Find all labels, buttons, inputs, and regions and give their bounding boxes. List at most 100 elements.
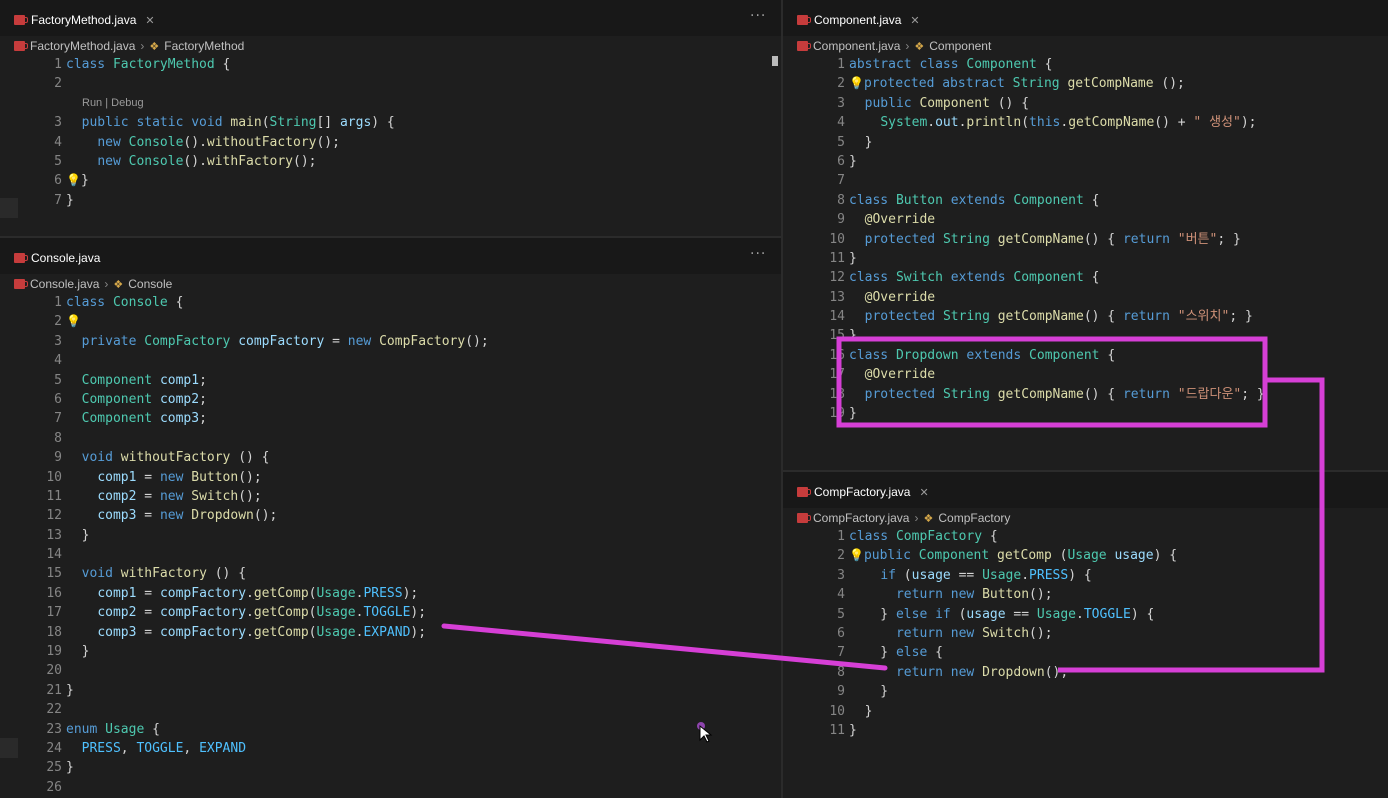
java-file-icon bbox=[14, 253, 28, 263]
java-file-icon bbox=[14, 279, 28, 289]
code-line: 20 bbox=[46, 663, 62, 679]
code-line: 14 bbox=[46, 547, 62, 563]
gutter-highlight bbox=[0, 738, 18, 758]
code-line: 11} bbox=[829, 250, 857, 266]
mouse-cursor-icon bbox=[697, 722, 713, 743]
code-line: 12 comp3 = new Dropdown(); bbox=[46, 508, 278, 524]
code-line: 1 class FactoryMethod { bbox=[54, 57, 231, 72]
tab-label: CompFactory.java bbox=[814, 485, 911, 499]
code-line: 18 comp3 = compFactory.getComp(Usage.EXP… bbox=[46, 624, 427, 640]
code-line: 19} bbox=[829, 406, 857, 422]
java-file-icon bbox=[797, 513, 811, 523]
code-editor[interactable]: 1 abstract class Component { 2 💡protected … bbox=[783, 55, 1388, 423]
tab-factory-method[interactable]: FactoryMethod.java ✕ bbox=[14, 8, 155, 32]
code-line: 3 public Component () { bbox=[837, 95, 1030, 111]
java-file-icon bbox=[797, 41, 811, 51]
breadcrumb-file[interactable]: Console.java bbox=[30, 277, 99, 291]
code-line: 1 class Console { bbox=[54, 295, 184, 310]
tab-comp-factory[interactable]: CompFactory.java ✕ bbox=[797, 480, 929, 504]
lightbulb-icon[interactable]: 💡 bbox=[849, 548, 864, 562]
code-line: 7 Component comp3; bbox=[54, 411, 207, 427]
breadcrumb-symbol[interactable]: FactoryMethod bbox=[164, 39, 244, 53]
code-line: 25} bbox=[46, 760, 74, 776]
breadcrumb-symbol[interactable]: Console bbox=[128, 277, 172, 291]
editor-pane-component: Component.java ✕ Component.java › ❖ Comp… bbox=[783, 0, 1388, 470]
close-icon[interactable]: ✕ bbox=[145, 14, 154, 27]
code-line: 1 abstract class Component { bbox=[837, 57, 1053, 72]
breadcrumb-symbol[interactable]: CompFactory bbox=[938, 511, 1010, 525]
code-line: 5 } bbox=[837, 134, 873, 150]
code-line: 12 class Switch extends Component { bbox=[829, 270, 1100, 286]
java-file-icon bbox=[797, 487, 811, 497]
breadcrumb-file[interactable]: Component.java bbox=[813, 39, 900, 53]
code-line: 15} bbox=[829, 328, 857, 344]
scrollbar-thumb[interactable] bbox=[772, 56, 778, 66]
more-actions-icon[interactable]: ··· bbox=[750, 246, 766, 262]
code-line: 5 new Console().withFactory(); bbox=[54, 153, 317, 169]
code-line: 18 protected String getCompName() { retu… bbox=[829, 386, 1265, 402]
tab-bar: Console.java ··· bbox=[0, 238, 781, 274]
lightbulb-icon[interactable]: 💡 bbox=[66, 314, 81, 328]
code-line: 6} bbox=[837, 153, 857, 169]
code-editor[interactable]: 1 class FactoryMethod { 2 Run | Debug 3 p… bbox=[0, 55, 781, 210]
code-line: 7} bbox=[54, 192, 74, 208]
code-line: 10 protected String getCompName() { retu… bbox=[829, 231, 1241, 247]
breadcrumb: Console.java › ❖ Console bbox=[14, 276, 172, 292]
code-line: 9 } bbox=[837, 684, 889, 700]
code-line: 13 } bbox=[46, 527, 90, 543]
code-line: 2 💡 bbox=[54, 314, 81, 330]
code-line: 6 return new Switch(); bbox=[837, 625, 1053, 641]
lightbulb-icon[interactable]: 💡 bbox=[849, 76, 864, 90]
tab-label: Component.java bbox=[814, 13, 902, 27]
class-symbol-icon: ❖ bbox=[113, 278, 124, 291]
breadcrumb-symbol[interactable]: Component bbox=[929, 39, 991, 53]
lightbulb-icon[interactable]: 💡 bbox=[66, 173, 81, 187]
code-line: 13 @Override bbox=[829, 289, 936, 305]
code-line: 6 💡} bbox=[54, 173, 89, 189]
gutter-highlight bbox=[0, 198, 18, 218]
codelens-run-debug[interactable]: Run | Debug bbox=[0, 94, 781, 113]
close-icon[interactable]: ✕ bbox=[910, 14, 919, 27]
chevron-right-icon: › bbox=[914, 511, 919, 525]
code-line: 7 } else { bbox=[837, 645, 943, 661]
chevron-right-icon: › bbox=[905, 39, 910, 53]
code-line: 4 System.out.println(this.getCompName() … bbox=[837, 115, 1257, 131]
editor-pane-console: Console.java ··· Console.java › ❖ Consol… bbox=[0, 238, 781, 798]
class-symbol-icon: ❖ bbox=[149, 40, 160, 53]
code-line: 24 PRESS, TOGGLE, EXPAND bbox=[46, 740, 247, 756]
code-line: 9 @Override bbox=[837, 212, 936, 228]
breadcrumb: CompFactory.java › ❖ CompFactory bbox=[797, 510, 1010, 526]
breadcrumb-file[interactable]: CompFactory.java bbox=[813, 511, 909, 525]
tab-bar: FactoryMethod.java ✕ ··· bbox=[0, 0, 781, 36]
editor-pane-factory-method: FactoryMethod.java ✕ ··· FactoryMethod.j… bbox=[0, 0, 781, 236]
tab-label: FactoryMethod.java bbox=[31, 13, 137, 27]
class-symbol-icon: ❖ bbox=[923, 512, 934, 525]
code-line: 16 comp1 = compFactory.getComp(Usage.PRE… bbox=[46, 585, 419, 601]
code-line: 19 } bbox=[46, 644, 90, 660]
editor-pane-comp-factory: CompFactory.java ✕ CompFactory.java › ❖ … bbox=[783, 472, 1388, 798]
code-line: 2 💡protected abstract String getCompName … bbox=[837, 76, 1185, 92]
close-icon[interactable]: ✕ bbox=[919, 486, 928, 499]
breadcrumb: Component.java › ❖ Component bbox=[797, 38, 991, 54]
tab-console[interactable]: Console.java bbox=[14, 246, 100, 270]
code-line: 1 class CompFactory { bbox=[837, 529, 998, 544]
code-line: 4 return new Button(); bbox=[837, 587, 1053, 603]
tab-component[interactable]: Component.java ✕ bbox=[797, 8, 920, 32]
code-line: 7 bbox=[837, 173, 845, 189]
code-editor[interactable]: 1 class Console { 2 💡 3 private CompFactor… bbox=[0, 293, 781, 797]
code-line: 3 private CompFactory compFactory = new … bbox=[54, 333, 489, 349]
code-line: 4 new Console().withoutFactory(); bbox=[54, 134, 340, 150]
code-line: 9 void withoutFactory () { bbox=[54, 450, 270, 466]
code-line: 8 bbox=[54, 430, 62, 446]
chevron-right-icon: › bbox=[140, 39, 145, 53]
code-line: 2 💡public Component getComp (Usage usage)… bbox=[837, 548, 1178, 564]
code-line: 5 Component comp1; bbox=[54, 372, 207, 388]
breadcrumb-file[interactable]: FactoryMethod.java bbox=[30, 39, 135, 53]
code-line: 3 public static void main(String[] args)… bbox=[54, 115, 395, 131]
class-symbol-icon: ❖ bbox=[914, 40, 925, 53]
code-line: 14 protected String getCompName() { retu… bbox=[829, 309, 1253, 325]
more-actions-icon[interactable]: ··· bbox=[750, 8, 766, 24]
code-line: 26 bbox=[46, 779, 62, 795]
tab-bar: CompFactory.java ✕ bbox=[783, 472, 1388, 508]
code-editor[interactable]: 1 class CompFactory { 2 💡public Component … bbox=[783, 527, 1388, 740]
